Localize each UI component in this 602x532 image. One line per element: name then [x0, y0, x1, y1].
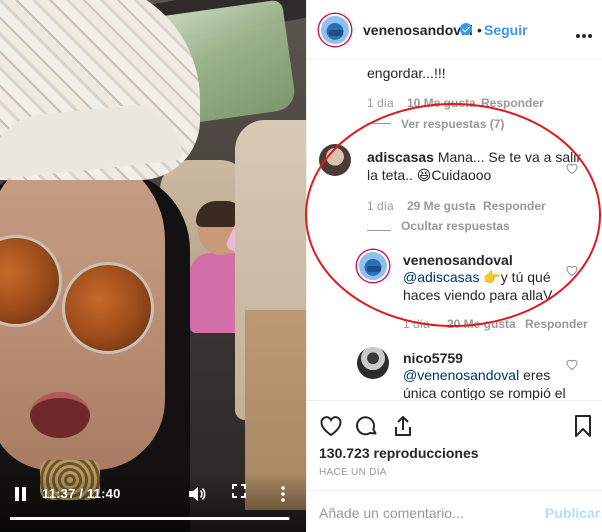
mouth: [30, 392, 90, 438]
post-timestamp[interactable]: HACE UN DÍA: [319, 467, 387, 478]
follow-button[interactable]: Seguir: [484, 22, 528, 38]
comment-time: 1 día: [367, 96, 394, 110]
publish-button[interactable]: Publicar: [545, 505, 600, 521]
separator-dot: •: [477, 22, 482, 38]
header-username[interactable]: venenosandoval: [363, 22, 473, 38]
controls-shade: [0, 472, 306, 532]
heart-icon[interactable]: [319, 414, 343, 438]
more-options-icon[interactable]: [575, 26, 593, 38]
comment-username[interactable]: nico5759: [403, 350, 463, 366]
add-comment-bar: Publicar: [307, 490, 602, 532]
comment-text-line2: única contigo se rompió el: [403, 385, 566, 400]
comment-input[interactable]: [319, 503, 529, 523]
commenter-avatar[interactable]: [357, 347, 389, 379]
post-actions: 130.723 reproducciones HACE UN DÍA: [307, 400, 602, 490]
sunglasses-lens-right: [62, 262, 154, 354]
verified-badge-icon: [460, 23, 472, 35]
progress-fill: [10, 517, 289, 520]
comment-text: nico5759: [403, 349, 463, 367]
volume-icon[interactable]: [188, 486, 206, 502]
time-display: 11:37 / 11:40: [42, 486, 121, 501]
fullscreen-icon[interactable]: [232, 484, 246, 498]
like-comment-heart-icon[interactable]: [566, 357, 578, 371]
video-player[interactable]: 11:37 / 11:40: [0, 0, 306, 532]
share-icon[interactable]: [391, 414, 415, 438]
comment-icon[interactable]: [355, 414, 379, 438]
post-header: venenosandoval • Seguir: [307, 0, 602, 60]
bookmark-icon[interactable]: [571, 414, 595, 438]
view-count[interactable]: 130.723 reproducciones: [319, 445, 479, 461]
more-vertical-icon[interactable]: [280, 486, 286, 502]
reply-button[interactable]: Responder: [525, 317, 588, 331]
annotation-ellipse: [305, 103, 601, 327]
mention-link[interactable]: @venenosandoval: [403, 367, 519, 383]
comment-text: engordar...!!!: [367, 65, 446, 81]
progress-bar[interactable]: [10, 517, 290, 520]
pause-icon[interactable]: [14, 487, 28, 501]
comment-text-line1: @venenosandoval eres: [403, 367, 551, 383]
profile-avatar[interactable]: [319, 14, 351, 46]
